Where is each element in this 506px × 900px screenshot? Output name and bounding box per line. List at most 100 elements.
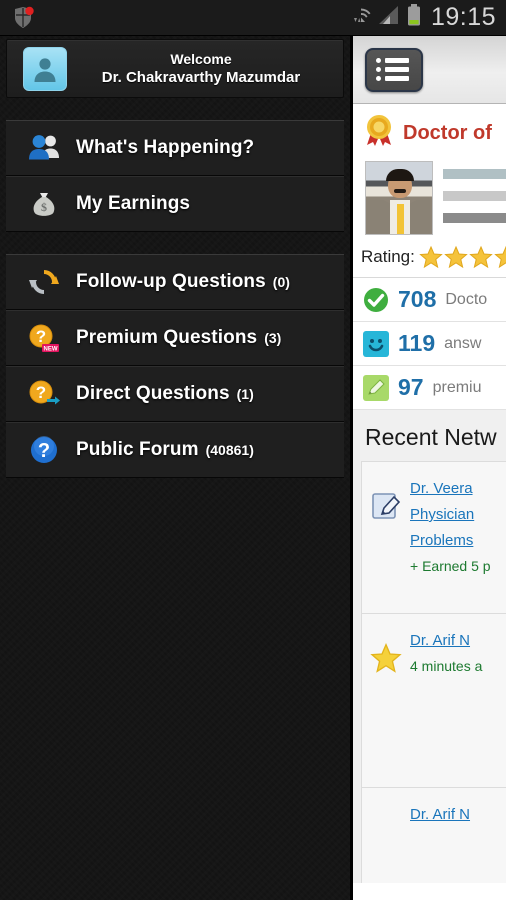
list-item-body: Dr. Arif N 4 minutes a [410, 628, 506, 678]
profile-text: Welcome Dr. Chakravarthy Mazumdar [67, 50, 343, 88]
doctor-detail-lines [443, 161, 506, 235]
stat-row-doctors: 708 Docto [353, 278, 506, 322]
feed-link[interactable]: Dr. Arif N [410, 802, 506, 828]
sidebar-item-my-earnings[interactable]: $ My Earnings [6, 176, 344, 232]
sidebar-item-followup-questions[interactable]: Follow-up Questions (0) [6, 254, 344, 310]
money-bag-icon: $ [26, 186, 62, 222]
welcome-label: Welcome [170, 50, 232, 67]
green-pencil-icon [363, 374, 389, 401]
svg-text:?: ? [36, 327, 46, 346]
stat-number: 708 [398, 286, 437, 312]
menu-group-questions: Follow-up Questions (0) ? NEW Premium Qu… [6, 254, 344, 478]
shield-notification-icon [12, 6, 34, 30]
rating-row: Rating: [353, 239, 506, 278]
list-item[interactable]: Dr. Arif N 4 minutes a [361, 613, 506, 787]
feed-link[interactable]: Dr. Arif N [410, 628, 506, 654]
rating-stars [419, 245, 506, 269]
rating-label: Rating: [361, 247, 415, 266]
content-panel: Doctor of Rating: 708 Docto 119 answ 97 … [350, 36, 506, 900]
recent-network-section-header: Recent Netw [353, 410, 506, 461]
detail-line [443, 169, 506, 179]
sidebar-item-whats-happening[interactable]: What's Happening? [6, 120, 344, 176]
user-avatar-icon [23, 46, 67, 91]
sidebar-item-label: Follow-up Questions [76, 271, 266, 292]
star-icon [444, 245, 468, 269]
people-icon [26, 130, 62, 166]
detail-line [443, 191, 506, 201]
star-icon [419, 245, 443, 269]
star-icon [494, 245, 506, 269]
sidebar-item-count: (3) [264, 330, 282, 346]
menu-group-primary: What's Happening? $ My Earnings [6, 120, 344, 232]
action-bar [353, 36, 506, 104]
stat-number: 97 [398, 374, 424, 400]
question-blue-icon: ? [26, 432, 62, 468]
feed-link[interactable]: Dr. Veera [410, 476, 506, 502]
sidebar-item-label: Premium Questions [76, 327, 258, 348]
badge-title: Doctor of [403, 122, 492, 144]
list-row [376, 76, 421, 81]
list-menu-icon[interactable] [365, 47, 423, 92]
sidebar-item-direct-questions[interactable]: ? Direct Questions (1) [6, 366, 344, 422]
navigation-drawer: Welcome Dr. Chakravarthy Mazumdar What's… [0, 36, 350, 900]
sidebar-item-count: (1) [236, 386, 254, 402]
cellular-signal-icon [378, 5, 400, 30]
status-bar-right: 19:15 [351, 4, 506, 31]
stat-text: Docto [445, 290, 488, 308]
battery-icon [407, 4, 421, 31]
star-icon [469, 245, 493, 269]
sidebar-item-label: Public Forum [76, 439, 199, 460]
star-icon [370, 642, 402, 674]
feed-icon-placeholder [370, 816, 402, 848]
sidebar-item-count: (40861) [205, 442, 254, 458]
profile-card[interactable]: Welcome Dr. Chakravarthy Mazumdar [6, 39, 344, 98]
stat-number: 119 [398, 330, 436, 356]
stat-row-premium: 97 premiu [353, 366, 506, 410]
doctor-name: Dr. Chakravarthy Mazumdar [101, 68, 301, 86]
panel-scroll-area[interactable]: Doctor of Rating: 708 Docto 119 answ 97 … [353, 104, 506, 900]
list-row [376, 58, 421, 63]
list-item[interactable]: Dr. Veera Physician Problems + Earned 5 … [361, 461, 506, 613]
feed-link[interactable]: Physician [410, 502, 506, 528]
stat-text: answ [444, 334, 482, 352]
svg-text:?: ? [38, 440, 50, 462]
gold-medal-icon [363, 114, 395, 153]
sidebar-item-label: Direct Questions [76, 383, 230, 404]
green-check-icon [363, 287, 389, 313]
stat-text: premiu [432, 378, 482, 396]
section-title: Recent Netw [365, 424, 497, 450]
list-item-body: Dr. Veera Physician Problems + Earned 5 … [410, 476, 506, 578]
status-bar-clock: 19:15 [430, 3, 496, 31]
refresh-icon [26, 264, 62, 300]
sidebar-item-premium-questions[interactable]: ? NEW Premium Questions (3) [6, 310, 344, 366]
detail-line [443, 213, 506, 223]
svg-text:NEW: NEW [44, 347, 58, 353]
sidebar-item-label: My Earnings [76, 193, 191, 214]
doctor-portrait-photo [365, 161, 433, 235]
svg-text:$: $ [41, 200, 47, 214]
question-arrow-icon: ? [26, 376, 62, 412]
question-new-icon: ? NEW [26, 320, 62, 356]
feed-link[interactable]: Problems [410, 528, 506, 554]
recent-network-feed: Dr. Veera Physician Problems + Earned 5 … [353, 461, 506, 883]
feed-meta: + Earned 5 p [410, 558, 491, 574]
list-item-body: Dr. Arif N [410, 802, 506, 828]
stat-row-answers: 119 answ [353, 322, 506, 366]
status-bar-left [0, 6, 351, 30]
sidebar-item-public-forum[interactable]: ? Public Forum (40861) [6, 422, 344, 478]
android-status-bar: 19:15 [0, 0, 506, 36]
doctor-badge-header: Doctor of [353, 104, 506, 159]
drawer-spacer-middle [0, 232, 350, 254]
list-item[interactable]: Dr. Arif N [361, 787, 506, 883]
smiley-icon [363, 330, 389, 357]
doctor-profile-row [353, 159, 506, 239]
feed-meta: 4 minutes a [410, 658, 483, 674]
sidebar-item-label: What's Happening? [76, 137, 255, 158]
list-row [376, 67, 421, 72]
sidebar-item-count: (0) [272, 274, 290, 290]
drawer-spacer-top [0, 98, 350, 120]
app-screen: 19:15 Welcome Dr. Chakravarthy Mazumdar [0, 0, 506, 900]
wifi-icon [351, 4, 371, 31]
svg-text:?: ? [36, 383, 46, 402]
note-edit-icon [370, 490, 402, 522]
